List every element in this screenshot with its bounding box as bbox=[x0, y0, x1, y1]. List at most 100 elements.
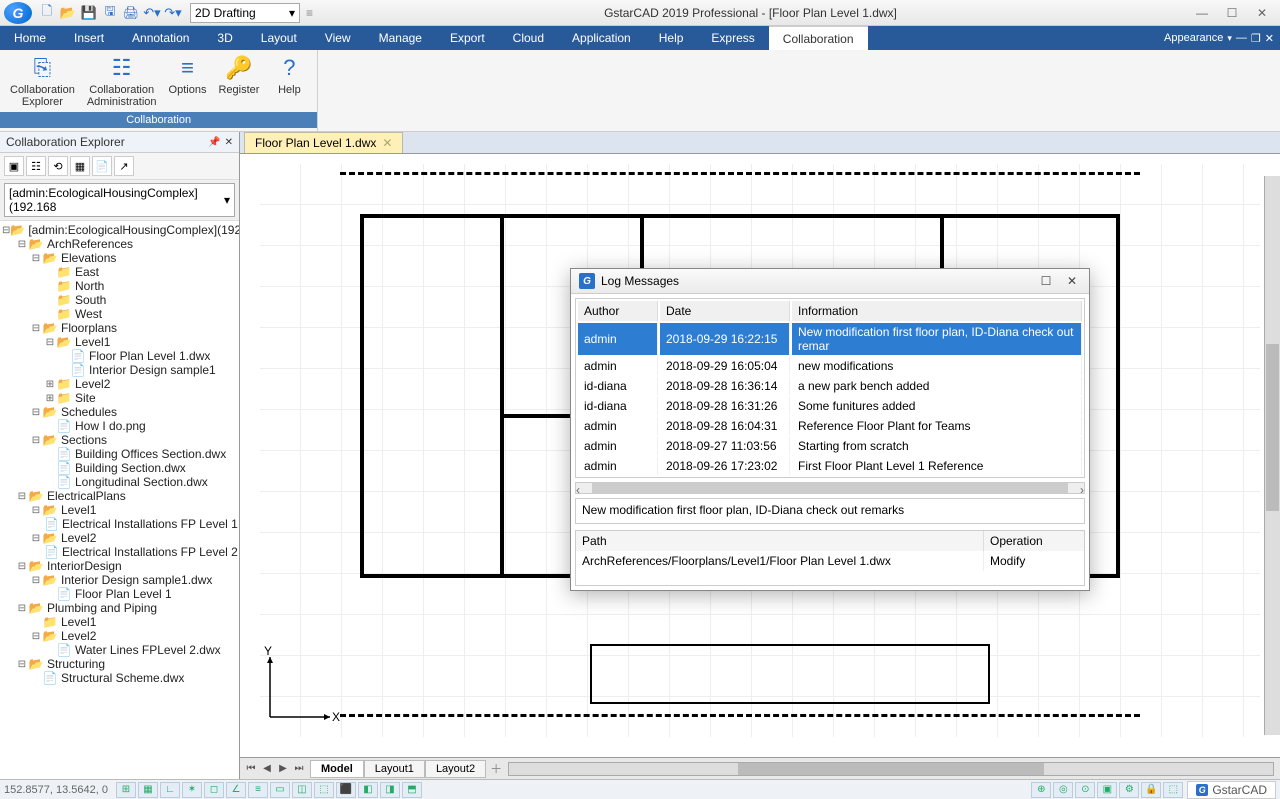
vertical-scrollbar[interactable] bbox=[1264, 176, 1280, 735]
panel-close-icon[interactable]: ✕ bbox=[225, 137, 233, 148]
r6-toggle[interactable]: 🔒 bbox=[1141, 782, 1161, 798]
layout-tab-model[interactable]: Model bbox=[310, 760, 364, 778]
workspace-selector[interactable]: 2D Drafting ▾ bbox=[190, 3, 300, 23]
tree-toggle-icon[interactable]: ⊟ bbox=[30, 505, 42, 516]
tree-toggle-icon[interactable]: ⊟ bbox=[16, 561, 28, 572]
tree-item[interactable]: ⊟📂Floorplans bbox=[0, 321, 239, 335]
document-tab-active[interactable]: Floor Plan Level 1.dwx ✕ bbox=[244, 132, 403, 153]
mdi-close-icon[interactable]: ✕ bbox=[1265, 32, 1274, 45]
tree-item[interactable]: 📄Building Section.dwx bbox=[0, 461, 239, 475]
ribbon-collaboration-explorer[interactable]: ⎘CollaborationExplorer bbox=[4, 52, 81, 110]
tree-item[interactable]: ⊞📁Level2 bbox=[0, 377, 239, 391]
menu-home[interactable]: Home bbox=[0, 26, 60, 50]
tree-toggle-icon[interactable]: ⊟ bbox=[30, 631, 42, 642]
brand-badge[interactable]: GstarCAD bbox=[1187, 781, 1276, 799]
tree-item[interactable]: 📄Floor Plan Level 1.dwx bbox=[0, 349, 239, 363]
layout-tab-layout2[interactable]: Layout2 bbox=[425, 760, 486, 778]
project-combo[interactable]: [admin:EcologicalHousingComplex](192.168… bbox=[4, 183, 235, 217]
ltab-next-icon[interactable]: ▶ bbox=[276, 763, 290, 774]
ltab-prev-icon[interactable]: ◀ bbox=[260, 763, 274, 774]
ptool-5[interactable]: 📄 bbox=[92, 156, 112, 176]
tree-item[interactable]: ⊟📂ElectricalPlans bbox=[0, 489, 239, 503]
ptool-6[interactable]: ↗ bbox=[114, 156, 134, 176]
t5-toggle[interactable]: ⬒ bbox=[402, 782, 422, 798]
r1-toggle[interactable]: ⊕ bbox=[1031, 782, 1051, 798]
ribbon-register[interactable]: 🔑Register bbox=[212, 52, 265, 110]
menu-help[interactable]: Help bbox=[645, 26, 698, 50]
app-logo[interactable]: G bbox=[4, 2, 32, 24]
r4-toggle[interactable]: ▣ bbox=[1097, 782, 1117, 798]
t2-toggle[interactable]: ⬛ bbox=[336, 782, 356, 798]
ptool-3[interactable]: ⟲ bbox=[48, 156, 68, 176]
log-row[interactable]: id-diana2018-09-28 16:36:14a new park be… bbox=[578, 377, 1082, 395]
tree-item[interactable]: ⊟📂Level2 bbox=[0, 629, 239, 643]
tree-toggle-icon[interactable]: ⊞ bbox=[44, 379, 56, 390]
ltab-last-icon[interactable]: ⏭ bbox=[292, 763, 306, 774]
menu-view[interactable]: View bbox=[311, 26, 365, 50]
ortho-toggle[interactable]: ∟ bbox=[160, 782, 180, 798]
tree-item[interactable]: ⊟📂Sections bbox=[0, 433, 239, 447]
log-row[interactable]: admin2018-09-29 16:22:15New modification… bbox=[578, 323, 1082, 355]
tree-item[interactable]: 📄Building Offices Section.dwx bbox=[0, 447, 239, 461]
tree-item[interactable]: 📁West bbox=[0, 307, 239, 321]
r2-toggle[interactable]: ◎ bbox=[1053, 782, 1073, 798]
ribbon-options[interactable]: ≡Options bbox=[163, 52, 213, 110]
tree-item[interactable]: 📁South bbox=[0, 293, 239, 307]
log-horizontal-scrollbar[interactable]: ‹› bbox=[575, 482, 1085, 494]
t3-toggle[interactable]: ◧ bbox=[358, 782, 378, 798]
log-col-date[interactable]: Date bbox=[660, 301, 790, 321]
tree-item[interactable]: ⊟📂Level1 bbox=[0, 503, 239, 517]
add-layout-icon[interactable]: ＋ bbox=[490, 760, 502, 777]
menu-insert[interactable]: Insert bbox=[60, 26, 118, 50]
tree-item[interactable]: ⊟📂Level1 bbox=[0, 335, 239, 349]
polar-toggle[interactable]: ✶ bbox=[182, 782, 202, 798]
tree-item[interactable]: 📁North bbox=[0, 279, 239, 293]
ptool-4[interactable]: ▦ bbox=[70, 156, 90, 176]
osnap-toggle[interactable]: ◻ bbox=[204, 782, 224, 798]
tree-toggle-icon[interactable]: ⊟ bbox=[30, 435, 42, 446]
log-row[interactable]: admin2018-09-29 16:05:04new modification… bbox=[578, 357, 1082, 375]
tree-item[interactable]: 📄Electrical Installations FP Level 2.dwx bbox=[0, 545, 239, 559]
tree-toggle-icon[interactable]: ⊟ bbox=[2, 225, 10, 236]
tree-item[interactable]: ⊟📂ArchReferences bbox=[0, 237, 239, 251]
tree-item[interactable]: 📁East bbox=[0, 265, 239, 279]
ribbon-help[interactable]: ?Help bbox=[265, 52, 313, 110]
ptool-1[interactable]: ▣ bbox=[4, 156, 24, 176]
log-row[interactable]: id-diana2018-09-28 16:31:26Some funiture… bbox=[578, 397, 1082, 415]
t1-toggle[interactable]: ⬚ bbox=[314, 782, 334, 798]
dialog-maximize-icon[interactable]: ☐ bbox=[1037, 274, 1055, 288]
tree-item[interactable]: 📄Floor Plan Level 1 bbox=[0, 587, 239, 601]
tree-item[interactable]: ⊟📂Level2 bbox=[0, 531, 239, 545]
menu-cloud[interactable]: Cloud bbox=[499, 26, 558, 50]
tree-item[interactable]: ⊟📂Structuring bbox=[0, 657, 239, 671]
menu-collaboration[interactable]: Collaboration bbox=[769, 26, 868, 50]
log-col-author[interactable]: Author bbox=[578, 301, 658, 321]
r7-toggle[interactable]: ⬚ bbox=[1163, 782, 1183, 798]
ptool-2[interactable]: ☷ bbox=[26, 156, 46, 176]
ribbon-collaboration-administration[interactable]: ☷CollaborationAdministration bbox=[81, 52, 163, 110]
menu-express[interactable]: Express bbox=[697, 26, 768, 50]
log-table[interactable]: AuthorDateInformation admin2018-09-29 16… bbox=[575, 298, 1085, 478]
new-icon[interactable]: 🗋 bbox=[38, 4, 56, 22]
tree-toggle-icon[interactable]: ⊟ bbox=[16, 239, 28, 250]
tree-item[interactable]: ⊟📂[admin:EcologicalHousingComplex](192.1… bbox=[0, 223, 239, 237]
minimize-button[interactable]: ― bbox=[1188, 3, 1216, 23]
tree-toggle-icon[interactable]: ⊟ bbox=[16, 659, 28, 670]
pin-icon[interactable]: 📌 bbox=[208, 137, 220, 148]
tab-close-icon[interactable]: ✕ bbox=[382, 136, 392, 150]
menu-manage[interactable]: Manage bbox=[365, 26, 436, 50]
tree-toggle-icon[interactable]: ⊟ bbox=[30, 533, 42, 544]
menu-application[interactable]: Application bbox=[558, 26, 645, 50]
dialog-close-icon[interactable]: ✕ bbox=[1063, 274, 1081, 288]
menu-3d[interactable]: 3D bbox=[203, 26, 246, 50]
lwt-toggle[interactable]: ≡ bbox=[248, 782, 268, 798]
snap-toggle[interactable]: ⊞ bbox=[116, 782, 136, 798]
tree-toggle-icon[interactable]: ⊟ bbox=[30, 407, 42, 418]
mdi-restore-icon[interactable]: ❐ bbox=[1251, 32, 1261, 45]
tree-item[interactable]: 📄How I do.png bbox=[0, 419, 239, 433]
ltab-first-icon[interactable]: ⏮ bbox=[244, 763, 258, 774]
dyn-toggle[interactable]: ▭ bbox=[270, 782, 290, 798]
sel-toggle[interactable]: ◫ bbox=[292, 782, 312, 798]
tree-item[interactable]: 📁Level1 bbox=[0, 615, 239, 629]
tree-item[interactable]: ⊟📂Schedules bbox=[0, 405, 239, 419]
